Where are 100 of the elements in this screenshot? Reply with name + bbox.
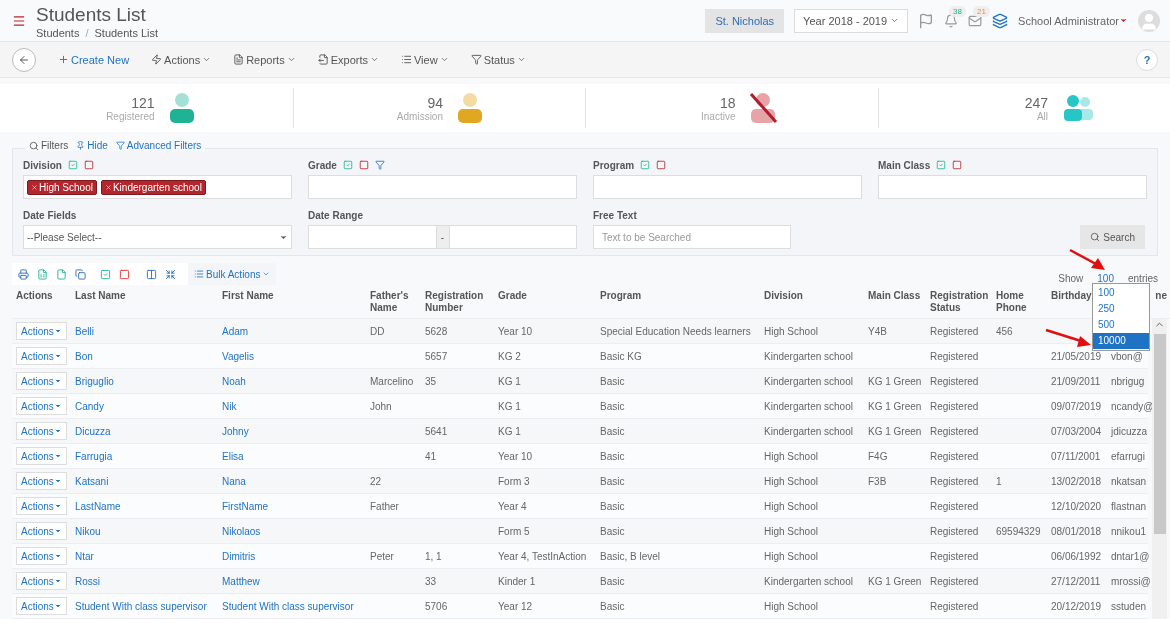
name-link[interactable]: Johny — [218, 425, 366, 437]
row-actions-button[interactable]: Actions — [16, 597, 67, 615]
toolbar-button[interactable]: Create New — [58, 53, 130, 66]
back-button[interactable] — [12, 47, 36, 72]
name-link[interactable]: Dicuzza — [71, 425, 218, 437]
row-actions-button[interactable]: Actions — [16, 547, 67, 565]
date-to-field[interactable] — [448, 225, 577, 249]
tag-field[interactable]: High School Kindergarten school — [23, 175, 292, 199]
name-link[interactable]: Farrugia — [71, 450, 218, 462]
breadcrumb[interactable]: Students List — [94, 26, 159, 39]
name-link[interactable]: Candy — [71, 400, 218, 412]
school-button[interactable]: St. Nicholas — [705, 8, 785, 33]
search-button[interactable]: Search — [1080, 225, 1145, 249]
column-header[interactable]: Home Phone — [992, 288, 1047, 314]
name-link[interactable]: Elisa — [218, 450, 366, 462]
columns-icon[interactable] — [146, 268, 157, 280]
clear-icon[interactable] — [358, 160, 369, 170]
checked-box-icon[interactable] — [100, 268, 111, 280]
row-actions-button[interactable]: Actions — [16, 572, 67, 590]
column-header[interactable]: Grade — [494, 288, 596, 302]
toolbar-button[interactable]: Exports — [317, 53, 379, 66]
row-actions-button[interactable]: Actions — [16, 397, 67, 415]
date-from-field[interactable] — [308, 225, 437, 249]
user-name[interactable]: School Administrator — [1018, 14, 1128, 27]
bulk-actions-button[interactable]: Bulk Actions — [188, 263, 277, 285]
row-actions-button[interactable]: Actions — [16, 497, 67, 515]
year-select[interactable]: Year 2018 - 2019 — [794, 8, 909, 33]
row-actions-button[interactable]: Actions — [16, 422, 67, 440]
row-actions-button[interactable]: Actions — [16, 372, 67, 390]
advanced-filters-link[interactable]: Advanced Filters — [115, 140, 202, 151]
name-link[interactable]: Student With class supervisor — [218, 600, 366, 612]
flag-icon[interactable] — [918, 12, 935, 29]
search-text-field[interactable]: Text to be Searched — [593, 225, 791, 249]
shrink-icon[interactable] — [165, 268, 176, 280]
print-icon[interactable] — [18, 268, 29, 280]
name-link[interactable]: Student With class supervisor — [71, 600, 218, 612]
row-actions-button[interactable]: Actions — [16, 322, 67, 340]
column-header[interactable]: First Name — [218, 288, 366, 302]
tag-field[interactable] — [593, 175, 862, 199]
name-link[interactable]: Briguglio — [71, 375, 218, 387]
breadcrumb[interactable]: Students — [36, 26, 80, 39]
row-actions-button[interactable]: Actions — [16, 347, 67, 365]
copy-icon[interactable] — [75, 268, 86, 280]
toolbar-button[interactable]: Actions — [151, 53, 212, 66]
column-header[interactable]: Actions — [12, 288, 71, 302]
toolbar-button[interactable]: Status — [470, 53, 526, 66]
name-link[interactable]: Bon — [71, 350, 218, 362]
row-actions-button[interactable]: Actions — [16, 472, 67, 490]
filter-tag[interactable]: Kindergarten school — [100, 179, 206, 195]
tag-field[interactable] — [308, 175, 577, 199]
name-link[interactable]: Nikou — [71, 525, 218, 537]
avatar-icon[interactable] — [1138, 9, 1160, 32]
hide-link[interactable]: Hide — [76, 140, 108, 151]
name-link[interactable]: LastName — [71, 500, 218, 512]
select-all-icon[interactable] — [67, 160, 78, 170]
name-link[interactable]: Matthew — [218, 575, 366, 587]
menu-option[interactable]: 10000 — [1093, 333, 1149, 349]
spreadsheet-icon[interactable] — [37, 268, 48, 280]
column-header[interactable]: Registration Number — [421, 288, 494, 314]
select-all-icon[interactable] — [342, 160, 353, 170]
remove-icon[interactable] — [104, 183, 112, 191]
funnel-icon[interactable] — [374, 160, 385, 170]
column-header[interactable]: Last Name — [71, 288, 218, 302]
name-link[interactable]: FirstName — [218, 500, 366, 512]
help-button[interactable]: ? — [1136, 48, 1158, 71]
toolbar-button[interactable]: View — [401, 53, 449, 66]
name-link[interactable]: Belli — [71, 325, 218, 337]
column-header[interactable]: Main Class — [864, 288, 926, 302]
name-link[interactable]: Adam — [218, 325, 366, 337]
name-link[interactable]: Katsani — [71, 475, 218, 487]
name-link[interactable]: Noah — [218, 375, 366, 387]
name-link[interactable]: Nana — [218, 475, 366, 487]
empty-box-icon[interactable] — [119, 268, 130, 280]
select-field[interactable]: --Please Select-- — [23, 225, 292, 249]
name-link[interactable]: Dimitris — [218, 550, 366, 562]
page-length-select[interactable]: 100 — [1097, 272, 1114, 284]
name-link[interactable]: Nikolaos — [218, 525, 366, 537]
name-link[interactable]: Rossi — [71, 575, 218, 587]
row-actions-button[interactable]: Actions — [16, 522, 67, 540]
column-header[interactable]: Father's Name — [366, 288, 421, 314]
column-header[interactable]: Program — [596, 288, 760, 302]
toolbar-button[interactable]: Reports — [233, 53, 296, 66]
remove-icon[interactable] — [31, 183, 38, 191]
name-link[interactable]: Ntar — [71, 550, 218, 562]
scrollbar[interactable] — [1152, 319, 1167, 619]
name-link[interactable]: Vagelis — [218, 350, 366, 362]
clear-icon[interactable] — [952, 160, 963, 170]
file-icon[interactable] — [56, 268, 67, 280]
name-link[interactable]: Nik — [218, 400, 366, 412]
row-actions-button[interactable]: Actions — [16, 447, 67, 465]
column-header[interactable]: Division — [760, 288, 864, 302]
clear-icon[interactable] — [83, 160, 94, 170]
column-header[interactable]: Registration Status — [926, 288, 992, 314]
layers-icon[interactable] — [992, 12, 1009, 29]
select-all-icon[interactable] — [640, 160, 651, 170]
tag-field[interactable] — [878, 175, 1147, 199]
bell-icon[interactable] — [944, 13, 959, 28]
select-all-icon[interactable] — [936, 160, 947, 170]
clear-icon[interactable] — [656, 160, 667, 170]
filter-tag[interactable]: High School — [27, 179, 97, 195]
